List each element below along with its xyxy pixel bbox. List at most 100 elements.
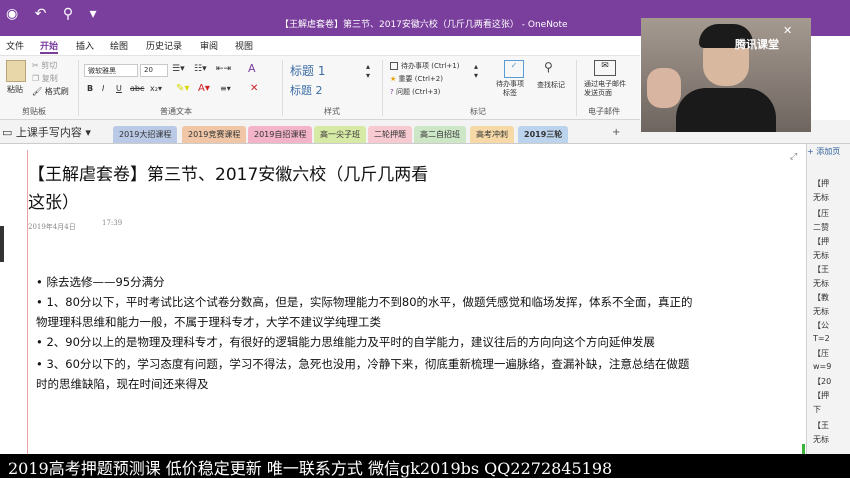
- page-date: 2019年4月4日: [28, 223, 76, 231]
- notebook-selector[interactable]: ▭ 上课手写内容 ▾: [2, 124, 91, 140]
- format-painter-label: 格式刷: [44, 87, 69, 96]
- tag-important[interactable]: ★ 重要 (Ctrl+2): [390, 74, 443, 84]
- font-name-select[interactable]: 微软雅黑: [84, 64, 138, 77]
- section-tab[interactable]: 高一尖子班: [314, 126, 366, 143]
- paste-icon[interactable]: [6, 60, 26, 82]
- ribbon: 粘贴 ✂ 剪切 ❐ 复制 🖌 格式刷 剪贴板 微软雅黑 20 ☰▾ ☷▾ ⇤⇥ …: [0, 56, 640, 120]
- presenter-body: [676, 88, 776, 132]
- clear-format-icon[interactable]: A: [248, 62, 256, 75]
- tab-draw[interactable]: 绘图: [110, 39, 128, 52]
- page-list-item[interactable]: 【王: [813, 420, 829, 431]
- bullets-icon[interactable]: ☰▾: [172, 64, 185, 74]
- note-line[interactable]: 时的思维缺陷，现在时间还来得及: [36, 376, 209, 392]
- email-icon[interactable]: ✉: [594, 60, 616, 76]
- page-list-item[interactable]: 无标: [813, 306, 829, 317]
- tab-home[interactable]: 开始: [40, 39, 59, 54]
- style-heading2[interactable]: 标题 2: [290, 82, 323, 98]
- italic-button[interactable]: I: [102, 84, 104, 93]
- find-tags-button[interactable]: 查找标记: [537, 80, 565, 90]
- styles-group-label: 样式: [324, 107, 340, 116]
- email-page-button[interactable]: 通过电子邮件发送页面: [584, 80, 630, 98]
- page-list-item[interactable]: 【押: [813, 236, 829, 247]
- underline-button[interactable]: U: [116, 84, 122, 93]
- expand-icon[interactable]: ⤢: [790, 152, 797, 162]
- font-color-icon[interactable]: A▾: [198, 83, 210, 94]
- webcam-brand: 腾讯课堂: [735, 38, 779, 51]
- copy-label: 复制: [41, 74, 58, 83]
- bold-button[interactable]: B: [87, 84, 93, 93]
- page-list-item[interactable]: 【王: [813, 264, 829, 275]
- window-title: 【王解虐套卷】第三节、2017安徽六校（几斤几两看这张） - OneNote: [280, 20, 568, 30]
- note-line[interactable]: • 2、90分以上的是物理及理科专才，有很好的逻辑能力思维能力及平时的自学能力，…: [36, 334, 655, 350]
- numbering-icon[interactable]: ☷▾: [194, 64, 207, 74]
- page-list-item[interactable]: 【押: [813, 178, 829, 189]
- tab-history[interactable]: 历史记录: [146, 39, 182, 52]
- page-list-item[interactable]: 【押: [813, 390, 829, 401]
- page-list-item[interactable]: 无标: [813, 278, 829, 289]
- section-tab[interactable]: 2019大招课程: [113, 126, 178, 143]
- tag-question[interactable]: ? 问题 (Ctrl+3): [390, 87, 440, 97]
- tab-insert[interactable]: 插入: [76, 39, 94, 52]
- indent-icon[interactable]: ⇤⇥: [216, 64, 231, 74]
- clipboard-group-label: 剪贴板: [22, 107, 46, 116]
- page-title[interactable]: 【王解虐套卷】第三节、2017安徽六校（几斤几两看: [28, 160, 428, 185]
- section-tab[interactable]: 2019自招课程: [248, 126, 313, 143]
- align-icon[interactable]: ≡▾: [220, 84, 231, 93]
- format-painter-button[interactable]: 🖌 格式刷: [32, 86, 69, 97]
- section-tab[interactable]: 二轮押题: [368, 126, 412, 143]
- add-section-icon[interactable]: +: [612, 127, 620, 138]
- page-time: 17:39: [102, 219, 123, 227]
- section-tab[interactable]: 2019竞赛课程: [182, 126, 247, 143]
- note-line[interactable]: 物理理科思维和能力一般，不属于理科专才，大学不建议学纯理工类: [36, 314, 381, 330]
- page-list-item[interactable]: 无标: [813, 250, 829, 261]
- add-page-button[interactable]: + 添加页: [807, 146, 850, 160]
- tags-scroll-icon[interactable]: ▴ ▾: [474, 62, 478, 80]
- divider: [282, 60, 283, 116]
- delete-icon[interactable]: ✕: [250, 83, 258, 94]
- tag-todo[interactable]: 待办事项 (Ctrl+1): [390, 61, 459, 71]
- section-tab-active[interactable]: 2019三轮: [518, 126, 569, 143]
- paste-button[interactable]: 粘贴: [7, 84, 23, 95]
- email-group-label: 电子邮件: [588, 107, 620, 116]
- section-tab[interactable]: 高考冲刺: [470, 126, 514, 143]
- note-line[interactable]: • 3、60分以下的，学习态度有问题，学习不得法，急死也没用，冷静下来，彻底重新…: [36, 356, 689, 372]
- page-list-item[interactable]: 二赞: [813, 222, 829, 233]
- page-list-item[interactable]: 【压: [813, 348, 829, 359]
- tab-file[interactable]: 文件: [6, 39, 24, 52]
- font-size-select[interactable]: 20: [140, 64, 168, 77]
- close-icon[interactable]: ✕: [783, 24, 792, 37]
- todo-tag-button[interactable]: 待办事项 标签: [496, 80, 524, 98]
- highlight-icon[interactable]: ✎▾: [176, 83, 189, 94]
- page-list-item[interactable]: 无标: [813, 434, 829, 445]
- page-list-item[interactable]: 【压: [813, 208, 829, 219]
- tab-view[interactable]: 视图: [235, 39, 253, 52]
- page-list-item[interactable]: 【20: [813, 376, 831, 387]
- quick-access-toolbar[interactable]: ◉ ↶ ⚲ ▾: [6, 6, 103, 22]
- page-list-item[interactable]: 无标: [813, 192, 829, 203]
- subscript-icon[interactable]: x₂▾: [150, 84, 162, 93]
- note-line[interactable]: • 除去选修——95分满分: [36, 274, 165, 290]
- star-icon: ★: [390, 75, 399, 83]
- styles-scroll-icon[interactable]: ▴ ▾: [366, 62, 370, 80]
- copy-button[interactable]: ❐ 复制: [32, 73, 58, 84]
- style-heading1[interactable]: 标题 1: [290, 62, 325, 79]
- tags-group-label: 标记: [470, 107, 486, 116]
- page-list-item[interactable]: T=2: [813, 334, 830, 343]
- page-list-item[interactable]: 【教: [813, 292, 829, 303]
- todo-tag-icon[interactable]: ✓: [504, 60, 524, 78]
- tag-important-label: 重要 (Ctrl+2): [398, 75, 443, 83]
- section-tab[interactable]: 高二自招班: [414, 126, 466, 143]
- page-list-item[interactable]: 下: [813, 404, 821, 415]
- strikethrough-button[interactable]: abc: [130, 84, 144, 93]
- page-title-continued[interactable]: 这张）: [28, 188, 79, 213]
- cut-button[interactable]: ✂ 剪切: [32, 60, 57, 71]
- tab-review[interactable]: 审阅: [200, 39, 218, 52]
- page-list-item[interactable]: w=9: [813, 362, 831, 371]
- divider: [576, 60, 577, 116]
- note-line[interactable]: • 1、80分以下，平时考试比这个试卷分数高，但是，实际物理能力不到80的水平，…: [36, 294, 693, 310]
- page-list-item[interactable]: 【公: [813, 320, 829, 331]
- find-tags-icon[interactable]: ⚲: [544, 60, 553, 74]
- divider: [78, 60, 79, 116]
- page-scroll-marker: [0, 226, 4, 262]
- presenter-hand: [647, 68, 681, 108]
